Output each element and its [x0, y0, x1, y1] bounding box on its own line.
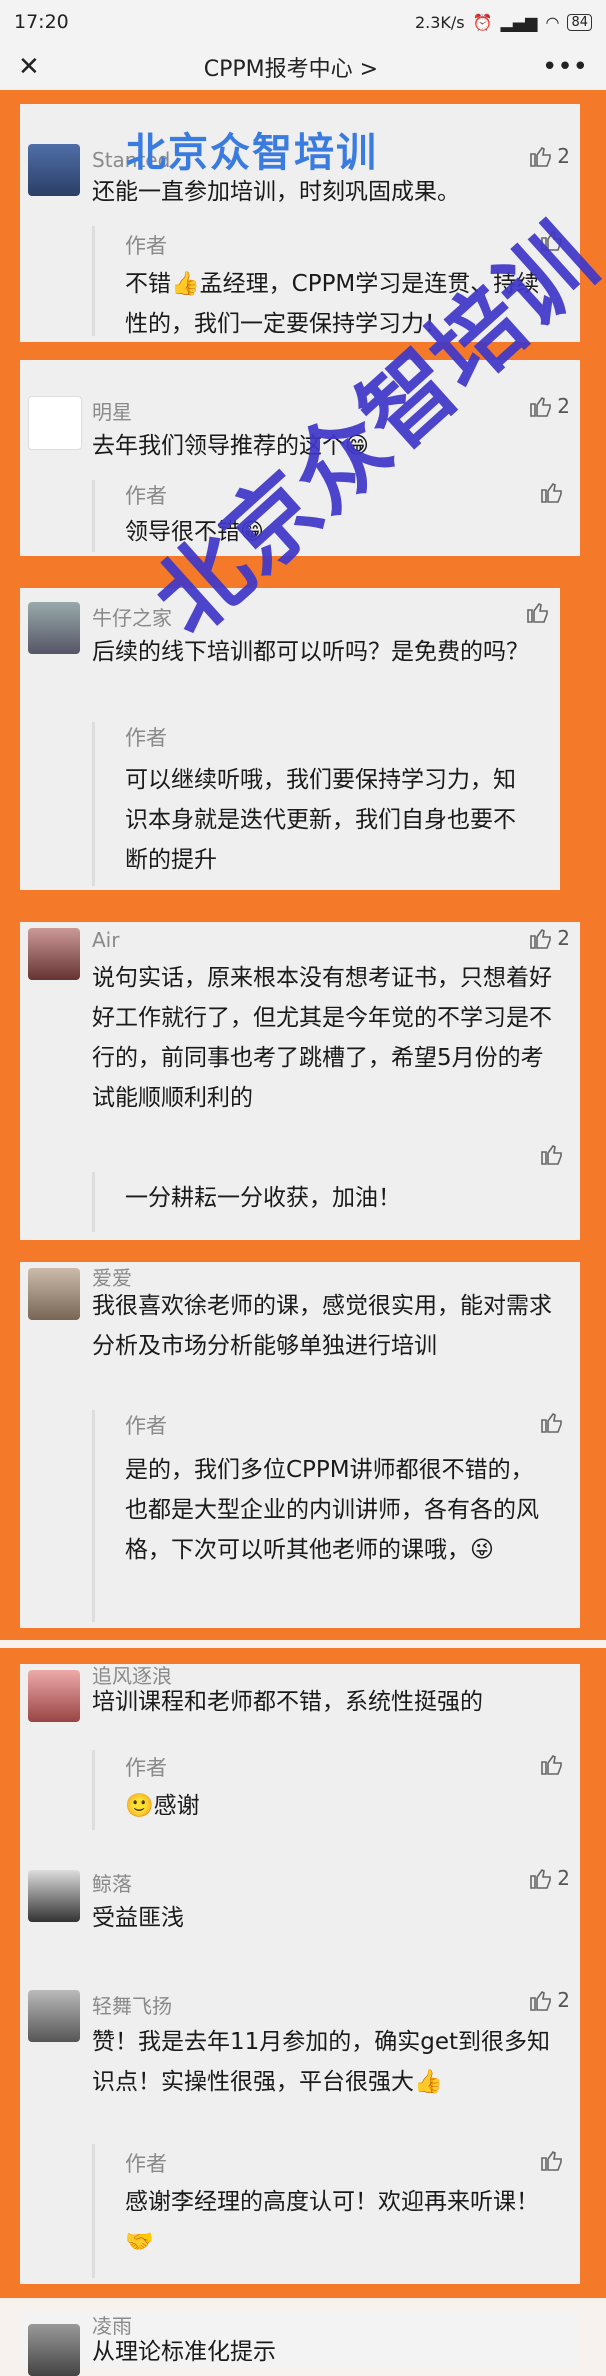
- comment-text: 还能一直参加培训，时刻巩固成果。: [92, 179, 460, 205]
- thumbs-up-icon: [530, 396, 552, 417]
- status-icons: 2.3K/s ⏰ ▂▄▆ ◠ 84: [415, 13, 592, 32]
- reply-text: 可以继续听哦，我们要保持学习力，知识本身就是迭代更新，我们自身也要不断的提升: [125, 767, 516, 873]
- comment-text: 我很喜欢徐老师的课，感觉很实用，能对需求分析及市场分析能够单独进行培训: [92, 1293, 552, 1359]
- like-button[interactable]: 2: [529, 1988, 570, 2012]
- comment-author[interactable]: 轻舞飞扬: [92, 1990, 172, 2019]
- like-button[interactable]: 2: [529, 1866, 570, 1890]
- comment-text: 从理论标准化提示: [92, 2339, 276, 2365]
- reply-text: 一分耕耘一分收获，加油！: [125, 1185, 401, 1211]
- reply-text: 感谢李经理的高度认可！欢迎再来听课！🤝: [125, 2189, 539, 2255]
- comment-text: 说句实话，原来根本没有想考证书，只想着好好工作就行了，但尤其是今年觉的不学习是不…: [92, 965, 552, 1111]
- avatar[interactable]: [28, 144, 80, 196]
- author-reply: 作者 可以继续听哦，我们要保持学习力，知识本身就是迭代更新，我们自身也要不断的提…: [92, 722, 544, 886]
- comment-author[interactable]: 牛仔之家: [92, 602, 172, 631]
- close-icon[interactable]: ✕: [18, 52, 40, 82]
- thumbs-up-icon: [541, 1412, 562, 1433]
- watermark-logo-text: 北京众智培训: [126, 130, 378, 176]
- reply-text: 🙂感谢: [125, 1793, 200, 1819]
- avatar[interactable]: [28, 1670, 80, 1722]
- like-button[interactable]: 2: [529, 144, 570, 168]
- like-count: 2: [557, 394, 570, 418]
- signal-icon: ▂▄▆: [500, 12, 538, 32]
- thumbs-up-icon: [541, 482, 562, 503]
- reply-text: 是的，我们多位CPPM讲师都很不错的，也都是大型企业的内训讲师，各有各的风格，下…: [125, 1457, 539, 1563]
- alarm-icon: ⏰: [472, 12, 493, 32]
- reply-like-button[interactable]: [540, 1752, 564, 1776]
- comment-card: Air 2 说句实话，原来根本没有想考证书，只想着好好工作就行了，但尤其是今年觉…: [20, 922, 580, 1240]
- thumbs-up-icon: [527, 602, 548, 623]
- reply-author: 作者: [125, 1414, 167, 1438]
- reply-author: 作者: [125, 2152, 167, 2176]
- author-reply: 作者 是的，我们多位CPPM讲师都很不错的，也都是大型企业的内训讲师，各有各的风…: [92, 1410, 564, 1622]
- comment-card: 追风逐浪 培训课程和老师都不错，系统性挺强的 作者 🙂感谢 鲸落 2 受益匪浅 …: [20, 1664, 580, 2284]
- comment-author[interactable]: Air: [92, 928, 119, 952]
- more-icon[interactable]: •••: [542, 52, 588, 82]
- comment-card: 牛仔之家 后续的线下培训都可以听吗？是免费的吗？ 作者 可以继续听哦，我们要保持…: [20, 588, 560, 890]
- thumbs-up-icon: [541, 1754, 562, 1775]
- like-button[interactable]: 2: [529, 394, 570, 418]
- thumbs-up-icon: [530, 928, 552, 949]
- nav-bar: ✕ CPPM报考中心 > •••: [0, 44, 606, 90]
- avatar[interactable]: [28, 1268, 80, 1320]
- comment-text: 赞！我是去年11月参加的，确实get到很多知识点！实操性很强，平台很强大👍: [92, 2029, 551, 2095]
- like-count: 2: [557, 926, 570, 950]
- thumbs-up-icon: [541, 1144, 562, 1165]
- like-button[interactable]: 2: [529, 926, 570, 950]
- avatar[interactable]: [28, 928, 80, 980]
- thumbs-up-icon: [541, 2150, 562, 2171]
- reply-author: 作者: [125, 484, 167, 508]
- comment-author[interactable]: 明星: [92, 396, 132, 425]
- comment-text: 后续的线下培训都可以听吗？是免费的吗？: [92, 639, 529, 665]
- comment-card: 凌雨 从理论标准化提示: [20, 2310, 580, 2376]
- wifi-icon: ◠: [545, 12, 560, 32]
- thumbs-up-icon: [530, 1868, 552, 1889]
- battery-icon: 84: [567, 13, 592, 31]
- reply-like-button[interactable]: [540, 1142, 564, 1166]
- thumbs-up-icon: [530, 146, 552, 167]
- author-reply: 一分耕耘一分收获，加油！: [92, 1144, 564, 1232]
- avatar[interactable]: [28, 396, 82, 450]
- like-count: 2: [557, 1988, 570, 2012]
- reply-like-button[interactable]: [540, 480, 564, 504]
- reply-like-button[interactable]: [540, 2148, 564, 2172]
- reply-like-button[interactable]: [540, 1410, 564, 1434]
- avatar[interactable]: [28, 1990, 80, 2042]
- avatar[interactable]: [28, 602, 80, 654]
- comment-author[interactable]: 鲸落: [92, 1868, 132, 1897]
- reply-author: 作者: [125, 1756, 167, 1780]
- avatar[interactable]: [28, 2324, 80, 2376]
- status-time: 17:20: [14, 11, 69, 33]
- comment-card: 爱爱 我很喜欢徐老师的课，感觉很实用，能对需求分析及市场分析能够单独进行培训 作…: [20, 1262, 580, 1628]
- network-speed: 2.3K/s: [414, 12, 465, 32]
- like-count: 2: [557, 144, 570, 168]
- like-button[interactable]: [526, 600, 550, 624]
- avatar[interactable]: [28, 1870, 80, 1922]
- like-count: 2: [557, 1866, 570, 1890]
- author-reply: 作者 感谢李经理的高度认可！欢迎再来听课！🤝: [92, 2144, 564, 2278]
- comment-text: 培训课程和老师都不错，系统性挺强的: [92, 1689, 483, 1715]
- reply-author: 作者: [125, 726, 167, 750]
- author-reply: 作者 🙂感谢: [92, 1750, 564, 1830]
- comment-text: 受益匪浅: [92, 1905, 184, 1931]
- thumbs-up-icon: [530, 1990, 552, 2011]
- status-bar: 17:20 2.3K/s ⏰ ▂▄▆ ◠ 84: [0, 0, 606, 44]
- reply-author: 作者: [125, 234, 167, 258]
- page-title[interactable]: CPPM报考中心 >: [204, 51, 378, 83]
